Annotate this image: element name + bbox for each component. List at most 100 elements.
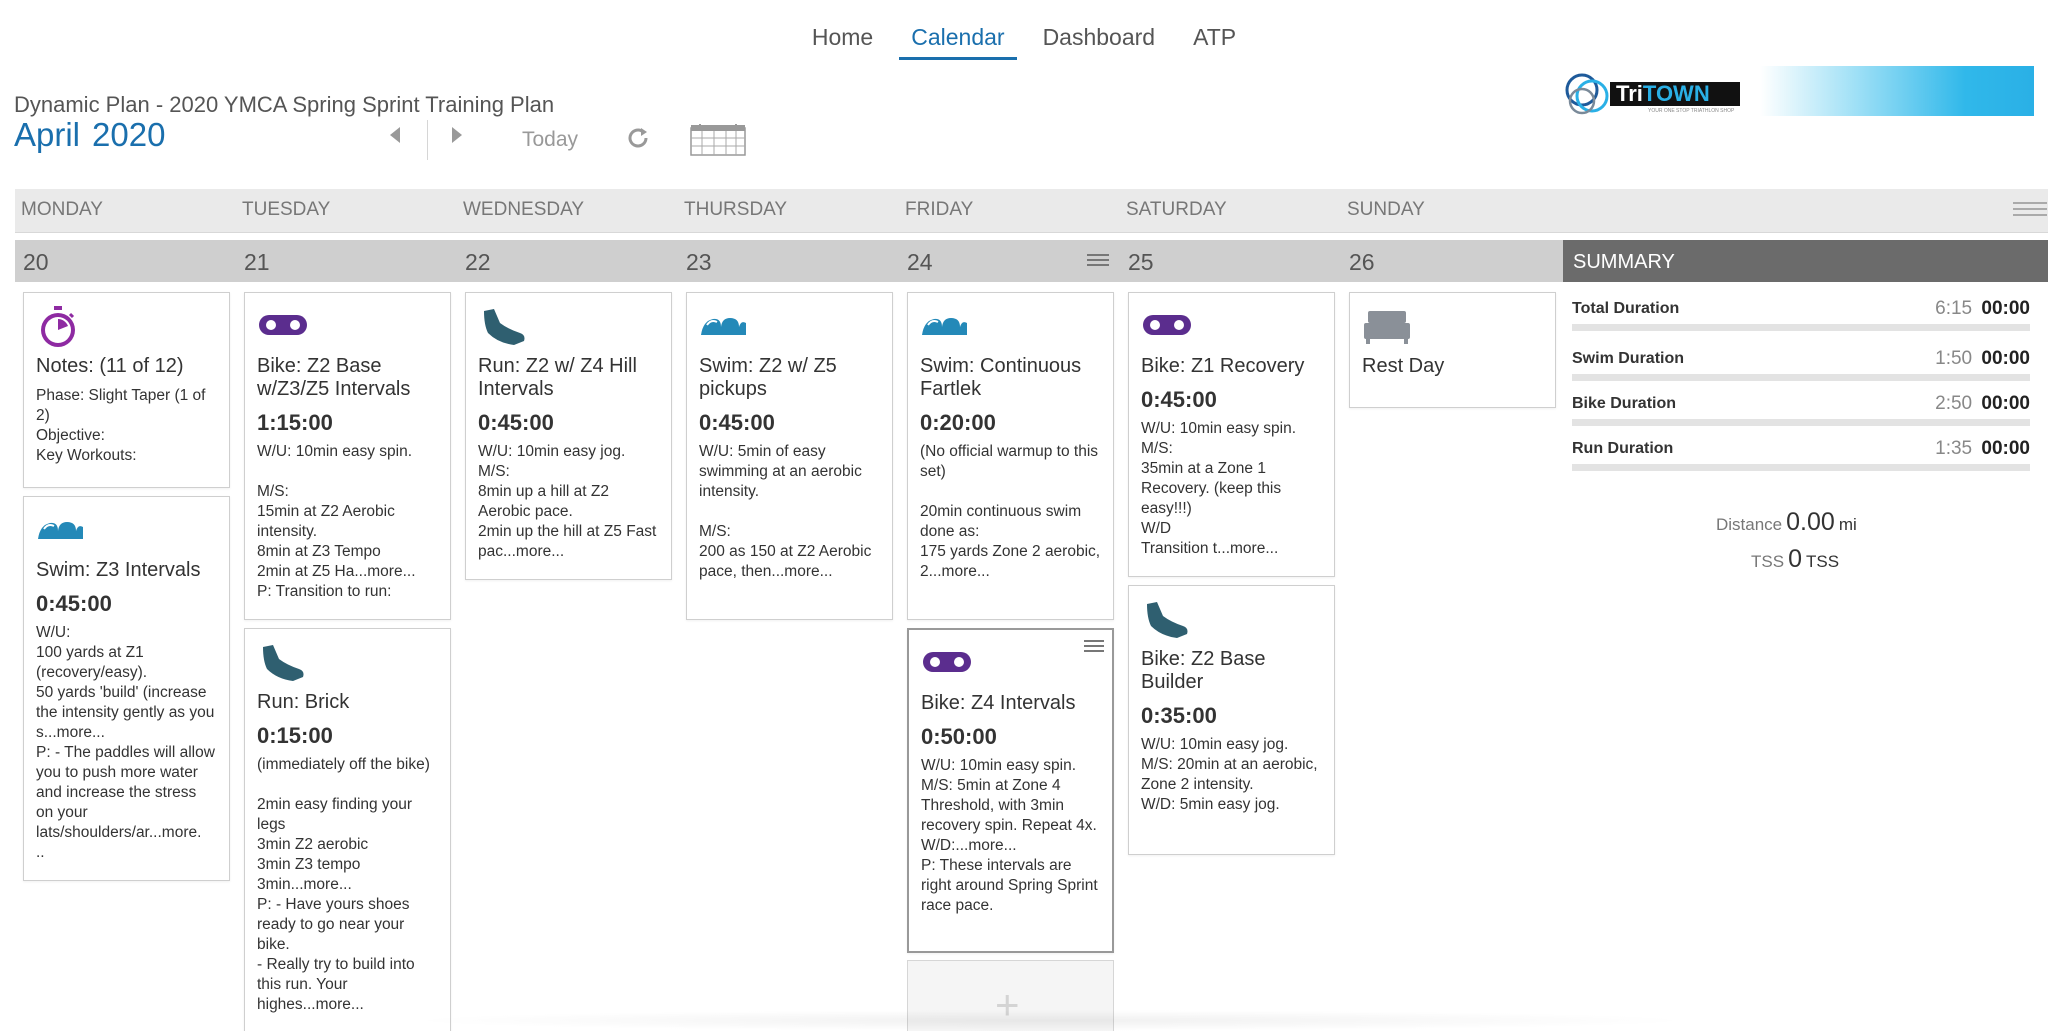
card-notes-text: Phase: Slight Taper (1 of 2) Objective: … <box>36 387 206 464</box>
summary-row-swim: Swim Duration 1:50 00:00 <box>1572 348 2030 384</box>
summary-row-total: Total Duration 6:15 00:00 <box>1572 298 2030 334</box>
bike-chain-icon <box>257 305 438 349</box>
calendar-view-button[interactable] <box>690 124 746 156</box>
summary-value: 2:50 00:00 <box>1935 393 2030 415</box>
summary-progress-bar <box>1572 419 2030 426</box>
bike-chain-icon <box>1141 305 1322 349</box>
calendar-grid-icon <box>690 124 746 156</box>
summary-label: Swim Duration <box>1572 350 1685 367</box>
workout-card[interactable]: Swim: Z2 w/ Z5 pickups 0:45:00 W/U: 5min… <box>686 292 893 620</box>
distance-label: Distance <box>1716 515 1783 534</box>
tritown-logo: TriTOWN YOUR ONE STOP TRIATHLON SHOP <box>1560 66 2034 118</box>
notes-card[interactable]: Notes: (11 of 12) Phase: Slight Taper (1… <box>23 292 230 488</box>
next-week-button[interactable] <box>450 125 464 155</box>
card-description: (No official warmup to this set) 20min c… <box>920 443 1101 580</box>
weekday-friday: FRIDAY <box>905 199 974 220</box>
hamburger-menu-icon[interactable] <box>2013 201 2047 222</box>
card-title: Notes: (11 of 12) <box>36 355 184 377</box>
card-menu-icon[interactable] <box>1084 640 1104 659</box>
weekday-tuesday: TUESDAY <box>242 199 331 220</box>
workout-card[interactable]: Run: Brick 0:15:00 (immediately off the … <box>244 628 451 1031</box>
weekday-monday: MONDAY <box>21 199 103 220</box>
distance-metric: Distance 0.00 mi <box>1716 508 1857 537</box>
day-number: 22 <box>465 249 491 275</box>
weekday-wednesday: WEDNESDAY <box>463 199 585 220</box>
day-menu-icon[interactable] <box>1087 254 1109 273</box>
summary-header: SUMMARY <box>1563 240 2048 282</box>
logo-brand-a: Tri <box>1616 81 1643 106</box>
swim-wave-icon <box>920 305 1101 349</box>
month-title: April 2020 <box>14 116 177 154</box>
edge-marker <box>0 222 4 232</box>
workout-card[interactable]: Run: Z2 w/ Z4 Hill Intervals 0:45:00 W/U… <box>465 292 672 580</box>
weekday-header: MONDAY TUESDAY WEDNESDAY THURSDAY FRIDAY… <box>15 189 2048 233</box>
summary-value: 6:15 00:00 <box>1935 298 2030 320</box>
swim-wave-icon <box>36 509 217 553</box>
card-title: Run: Brick <box>257 691 350 713</box>
summary-value: 1:35 00:00 <box>1935 438 2030 460</box>
summary-progress-bar <box>1572 324 2030 331</box>
day-number: 25 <box>1128 249 1154 275</box>
card-duration: 0:45:00 <box>478 410 554 435</box>
logo-gradient <box>1760 66 2034 116</box>
triangle-right-icon <box>452 127 462 143</box>
workout-card[interactable]: Swim: Z3 Intervals 0:45:00 W/U: 100 yard… <box>23 496 230 881</box>
day-number: 20 <box>23 249 49 275</box>
nav-calendar[interactable]: Calendar <box>899 18 1017 60</box>
card-description: W/U: 10min easy jog. M/S: 20min at an ae… <box>1141 736 1318 813</box>
card-duration: 0:45:00 <box>36 591 112 616</box>
card-description: W/U: 10min easy spin. M/S: 5min at Zone … <box>921 757 1098 914</box>
summary-progress-bar <box>1572 464 2030 471</box>
tss-metric: TSS 0 TSS <box>1751 545 1839 574</box>
card-title: Rest Day <box>1362 355 1445 377</box>
day-number: 21 <box>244 249 270 275</box>
card-duration: 1:15:00 <box>257 410 333 435</box>
rest-day-card[interactable]: Rest Day <box>1349 292 1556 408</box>
card-title: Bike: Z2 Base Builder <box>1141 648 1266 693</box>
nav-dashboard[interactable]: Dashboard <box>1031 18 1168 60</box>
card-duration: 0:45:00 <box>1141 387 1217 412</box>
summary-label: Bike Duration <box>1572 395 1677 412</box>
logo-tagline: YOUR ONE STOP TRIATHLON SHOP <box>1648 108 1735 114</box>
today-button[interactable]: Today <box>522 128 578 158</box>
card-duration: 0:20:00 <box>920 410 996 435</box>
run-shoe-icon <box>1141 598 1322 642</box>
refresh-button[interactable] <box>624 124 652 154</box>
logo-brand-b: TOWN <box>1642 81 1710 106</box>
prev-week-button[interactable] <box>388 125 402 155</box>
card-description: W/U: 10min easy spin. M/S: 35min at a Zo… <box>1141 420 1297 557</box>
calendar-app: Home Calendar Dashboard ATP Dynamic Plan… <box>0 0 2048 1031</box>
summary-value: 1:50 00:00 <box>1935 348 2030 370</box>
triangle-left-icon <box>390 127 400 143</box>
card-duration: 0:35:00 <box>1141 703 1217 728</box>
card-description: W/U: 100 yards at Z1 (recovery/easy). 50… <box>36 624 215 861</box>
card-duration: 0:50:00 <box>921 724 997 749</box>
card-description: W/U: 5min of easy swimming at an aerobic… <box>699 443 872 580</box>
tss-unit: TSS <box>1805 552 1840 571</box>
planned-value: 1:50 <box>1935 348 1973 369</box>
planned-value: 6:15 <box>1935 298 1973 319</box>
tss-label: TSS <box>1751 552 1785 571</box>
bed-icon <box>1362 305 1543 349</box>
day-number: 26 <box>1349 249 1375 275</box>
bottom-shadow <box>400 1010 1700 1031</box>
summary-row-bike: Bike Duration 2:50 00:00 <box>1572 393 2030 429</box>
planned-value: 2:50 <box>1935 393 1973 414</box>
tss-value: 0 <box>1788 545 1802 573</box>
year-label: 2020 <box>92 116 166 153</box>
workout-card[interactable]: Bike: Z4 Intervals 0:50:00 W/U: 10min ea… <box>907 628 1114 953</box>
workout-card[interactable]: Swim: Continuous Fartlek 0:20:00 (No off… <box>907 292 1114 620</box>
workout-card[interactable]: Bike: Z1 Recovery 0:45:00 W/U: 10min eas… <box>1128 292 1335 577</box>
card-description: W/U: 10min easy jog. M/S: 8min up a hill… <box>478 443 657 560</box>
weekday-saturday: SATURDAY <box>1126 199 1227 220</box>
card-title: Run: Z2 w/ Z4 Hill Intervals <box>478 355 637 400</box>
top-nav: Home Calendar Dashboard ATP <box>0 18 2048 60</box>
card-title: Swim: Continuous Fartlek <box>920 355 1082 400</box>
workout-card[interactable]: Bike: Z2 Base w/Z3/Z5 Intervals 1:15:00 … <box>244 292 451 620</box>
workout-card[interactable]: Bike: Z2 Base Builder 0:35:00 W/U: 10min… <box>1128 585 1335 855</box>
day-number: 24 <box>907 249 933 275</box>
nav-home[interactable]: Home <box>800 18 885 60</box>
card-duration: 0:15:00 <box>257 723 333 748</box>
stopwatch-icon <box>36 305 217 349</box>
nav-atp[interactable]: ATP <box>1181 18 1248 60</box>
